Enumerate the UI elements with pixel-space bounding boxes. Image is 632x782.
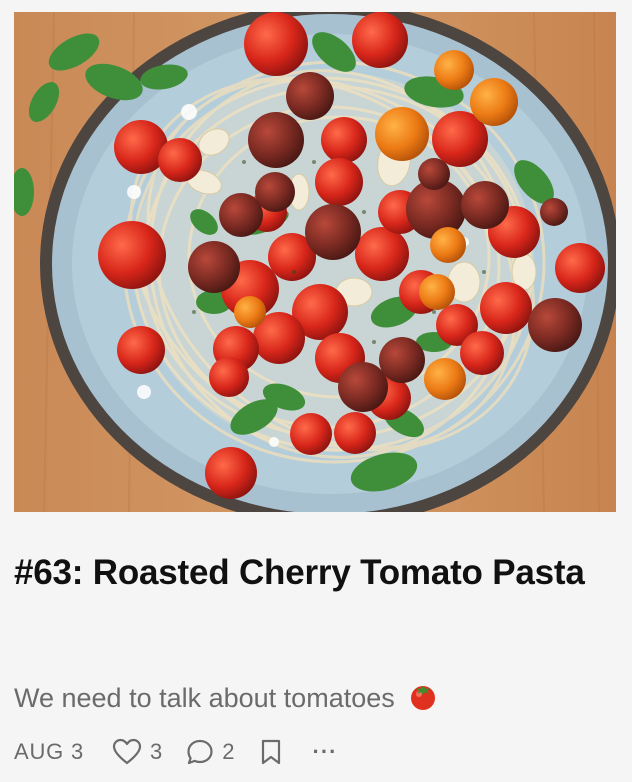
bookmark-icon [261, 739, 280, 765]
more-options-button[interactable]: ··· [313, 741, 338, 763]
like-button[interactable]: 3 [112, 738, 162, 766]
post-date: AUG 3 [14, 739, 85, 764]
post-meta-row: AUG 3 3 2 ··· [14, 732, 338, 772]
bookmark-button[interactable] [259, 738, 283, 766]
comment-count: 2 [222, 739, 235, 764]
like-count: 3 [150, 739, 163, 764]
post-cover-image[interactable] [14, 12, 616, 512]
heart-icon [112, 738, 142, 765]
post-subtitle-text: We need to talk about tomatoes [14, 683, 395, 713]
comment-button[interactable]: 2 [186, 738, 235, 766]
comment-bubble-icon [187, 739, 213, 765]
tomato-emoji-icon [411, 686, 436, 710]
post-subtitle: We need to talk about tomatoes [14, 678, 438, 718]
post-title[interactable]: #63: Roasted Cherry Tomato Pasta [14, 548, 614, 598]
post-card[interactable]: #63: Roasted Cherry Tomato Pasta We need… [0, 0, 632, 782]
